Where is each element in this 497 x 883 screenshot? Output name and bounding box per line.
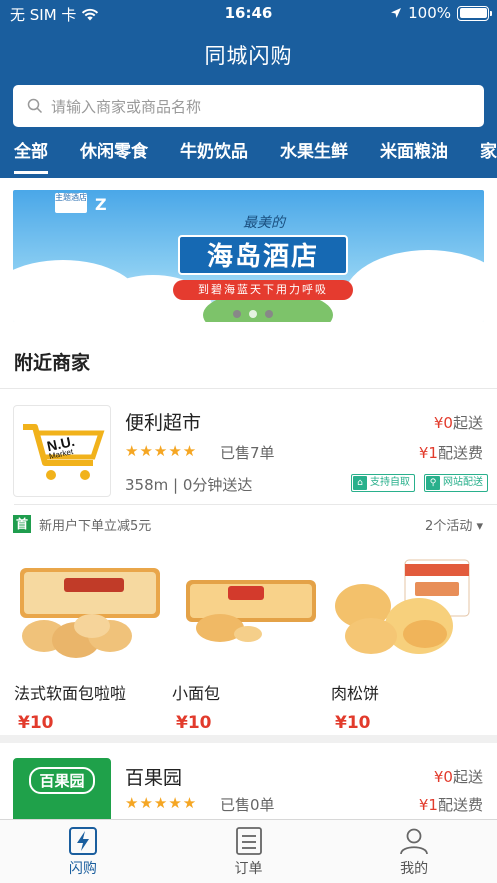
category-tabs: 全部 休闲零食 牛奶饮品 水果生鲜 米面粮油 家 — [0, 138, 497, 178]
user-icon — [400, 828, 429, 855]
page-title: 同城闪购 — [204, 44, 293, 68]
search-input[interactable]: 请输入商家或商品名称 — [13, 85, 484, 127]
battery-icon — [457, 5, 492, 21]
store-name: 百果园 — [125, 767, 183, 789]
tab-all[interactable]: 全部 — [14, 138, 48, 178]
product-image — [172, 556, 320, 666]
search-placeholder: 请输入商家或商品名称 — [51, 97, 202, 116]
min-order: ¥0起送 — [433, 414, 483, 432]
product-name: 法式软面包啦啦 — [14, 684, 127, 703]
tab-grain-oil[interactable]: 米面粮油 — [380, 138, 448, 178]
promo-text: 新用户下单立减5元 — [39, 519, 152, 534]
promo-banner[interactable]: 主题酒店 Z 最美的 海岛酒店 到碧海蓝天下用力呼吸 — [13, 190, 484, 322]
banner-title: 海岛酒店 — [178, 235, 348, 275]
tab-home[interactable]: 家 — [480, 138, 497, 178]
store-name: 便利超市 — [125, 412, 202, 434]
location-arrow-icon — [391, 8, 402, 18]
banner-logo-mark: Z — [95, 195, 107, 214]
rating-stars: ★★★★★ — [125, 794, 198, 812]
promo-new-icon: 首 — [13, 515, 31, 533]
bottom-nav: 闪购 订单 我的 — [0, 819, 497, 883]
order-icon — [235, 827, 262, 855]
banner-subtitle: 到碧海蓝天下用力呼吸 — [173, 280, 353, 300]
status-bar: 无 SIM 卡 16:46 100% — [0, 4, 497, 26]
badge-delivery: ⚲ 网站配送 — [424, 474, 488, 492]
app-page: 无 SIM 卡 16:46 100% 同城闪购 请输入商家或商品名称 全部 休闲… — [0, 0, 497, 883]
header: 无 SIM 卡 16:46 100% 同城闪购 请输入商家或商品名称 全部 休闲… — [0, 0, 497, 178]
sold-count: 已售7单 — [220, 444, 275, 462]
section-title: 附近商家 — [14, 352, 91, 374]
min-order: ¥0起送 — [433, 768, 483, 786]
nav-flash-sale[interactable]: 闪购 — [0, 820, 166, 883]
distance-info: 358m | 0分钟送达 — [125, 476, 253, 494]
banner-logo: 主题酒店 — [55, 193, 87, 213]
product-name: 肉松饼 — [331, 684, 380, 703]
product-image — [14, 556, 162, 666]
product-card[interactable]: 法式软面包啦啦 ¥10 — [14, 556, 162, 733]
main-content: 主题酒店 Z 最美的 海岛酒店 到碧海蓝天下用力呼吸 附近商家 N.U. Mar… — [0, 178, 497, 819]
product-name: 小面包 — [172, 684, 221, 703]
product-card[interactable]: 小面包 ¥10 — [172, 556, 320, 733]
battery-percent: 100% — [408, 4, 451, 22]
product-image — [331, 556, 479, 666]
flash-icon — [68, 827, 97, 855]
delivery-fee: ¥1配送费 — [418, 796, 483, 814]
sold-count: 已售0单 — [220, 796, 275, 814]
store-logo: N.U. Market — [13, 405, 111, 497]
promo-more-button[interactable]: 2个活动 ▾ — [425, 515, 483, 534]
shopping-cart-icon: N.U. Market — [23, 424, 105, 480]
search-icon — [27, 98, 43, 114]
delivery-fee: ¥1配送费 — [418, 444, 483, 462]
tab-dairy-drinks[interactable]: 牛奶饮品 — [180, 138, 248, 178]
tab-snacks[interactable]: 休闲零食 — [80, 138, 148, 178]
bag-icon: ⌂ — [353, 476, 367, 490]
badge-self-pickup: ⌂ 支持自取 — [351, 474, 415, 492]
tab-fruit-fresh[interactable]: 水果生鲜 — [280, 138, 348, 178]
product-price: ¥10 — [176, 713, 212, 733]
store-logo: 百果园 — [13, 758, 111, 819]
product-price: ¥10 — [335, 713, 371, 733]
delivery-icon: ⚲ — [426, 476, 440, 490]
banner-script-text: 最美的 — [243, 215, 285, 231]
banner-pagination[interactable] — [233, 310, 273, 318]
product-price: ¥10 — [18, 713, 54, 733]
nav-profile[interactable]: 我的 — [331, 820, 497, 883]
nav-orders[interactable]: 订单 — [166, 820, 332, 883]
rating-stars: ★★★★★ — [125, 442, 198, 460]
product-card[interactable]: 肉松饼 ¥10 — [331, 556, 479, 733]
